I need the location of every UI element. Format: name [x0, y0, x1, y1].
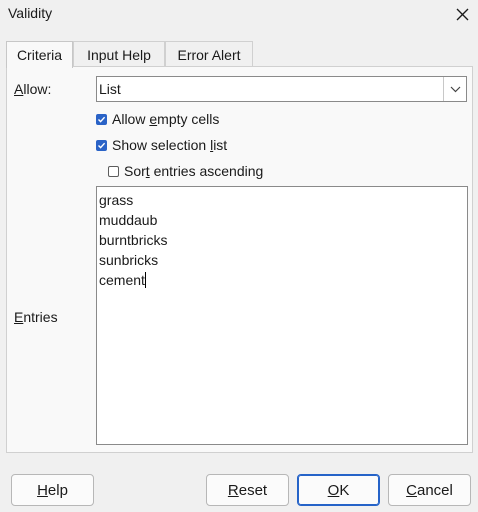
sort-entries-label: Sort entries ascending: [124, 163, 264, 179]
cancel-button[interactable]: Cancel: [388, 474, 471, 506]
reset-button[interactable]: Reset: [206, 474, 289, 506]
checkmark-icon: [98, 142, 106, 149]
allow-select[interactable]: List: [96, 76, 467, 102]
reset-button-label: Reset: [227, 481, 268, 499]
allow-empty-cells-checkbox[interactable]: [96, 113, 107, 125]
allow-label-text: llow:: [23, 81, 52, 97]
text-caret: [144, 272, 146, 288]
checkmark-icon: [98, 116, 106, 123]
help-button[interactable]: Help: [11, 474, 94, 506]
cancel-button-label: Cancel: [406, 481, 453, 499]
tab-input-help-label: Input Help: [87, 46, 151, 63]
help-button-label: Help: [37, 481, 68, 499]
allow-dropdown-button[interactable]: [443, 77, 466, 101]
entries-label-text: ntries: [23, 309, 58, 325]
entry-line: sunbricks: [99, 252, 159, 268]
entry-line-text: cement: [99, 272, 145, 288]
ok-button[interactable]: OK: [297, 474, 380, 506]
show-selection-list-label: Show selection list: [112, 137, 228, 153]
allow-empty-cells-label: Allow empty cells: [112, 111, 220, 127]
entries-label: Entries: [14, 309, 58, 325]
allow-label: Allow:: [14, 81, 51, 97]
entry-line: muddaub: [99, 212, 158, 228]
entries-label-mnemonic: E: [14, 309, 24, 325]
show-selection-list-option[interactable]: Show selection list: [96, 137, 227, 153]
tab-error-alert-label: Error Alert: [177, 46, 241, 63]
sort-entries-checkbox[interactable]: [108, 165, 119, 177]
entries-textarea[interactable]: grass muddaub burntbricks sunbricks ceme…: [96, 186, 468, 445]
entry-line: grass: [99, 192, 134, 208]
ok-button-label: OK: [327, 481, 350, 499]
tab-criteria[interactable]: Criteria: [6, 41, 73, 68]
window-title: Validity: [8, 5, 53, 21]
close-button[interactable]: [446, 0, 478, 28]
entry-line-last: cement: [99, 270, 467, 290]
chevron-down-icon: [450, 86, 460, 92]
title-bar: Validity: [0, 0, 478, 28]
tab-error-alert[interactable]: Error Alert: [165, 41, 253, 67]
tab-input-help[interactable]: Input Help: [73, 41, 165, 67]
allow-label-mnemonic: A: [14, 81, 24, 97]
allow-select-value: List: [99, 81, 121, 97]
allow-empty-cells-option[interactable]: Allow empty cells: [96, 111, 219, 127]
tab-criteria-label: Criteria: [16, 47, 63, 63]
entry-line: burntbricks: [99, 232, 168, 248]
show-selection-list-checkbox[interactable]: [96, 139, 107, 151]
sort-entries-option[interactable]: Sort entries ascending: [108, 163, 263, 179]
close-icon: [456, 8, 468, 20]
